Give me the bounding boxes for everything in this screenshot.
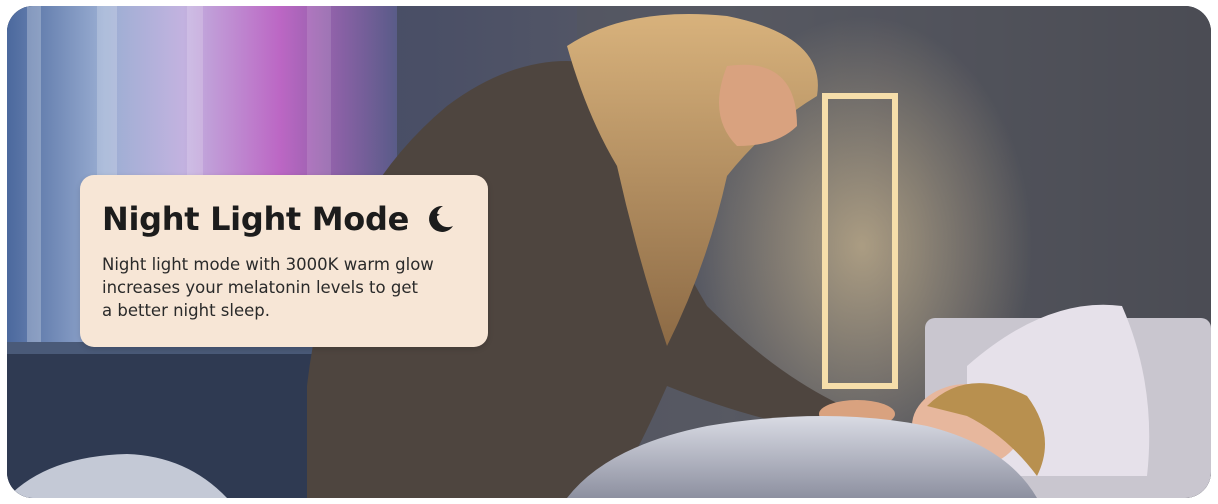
feature-card: Night Light Mode Night light mode with 3… — [80, 175, 488, 347]
card-description: Night light mode with 3000K warm glow in… — [102, 253, 482, 322]
description-line: Night light mode with 3000K warm glow — [102, 255, 434, 274]
moon-stars-icon — [429, 205, 453, 232]
banner-frame: Night Light Mode Night light mode with 3… — [7, 6, 1211, 498]
card-title-row: Night Light Mode — [102, 197, 466, 241]
description-line: increases your melatonin levels to get — [102, 278, 418, 297]
card-title: Night Light Mode — [102, 200, 409, 238]
description-line: a better night sleep. — [102, 301, 270, 320]
